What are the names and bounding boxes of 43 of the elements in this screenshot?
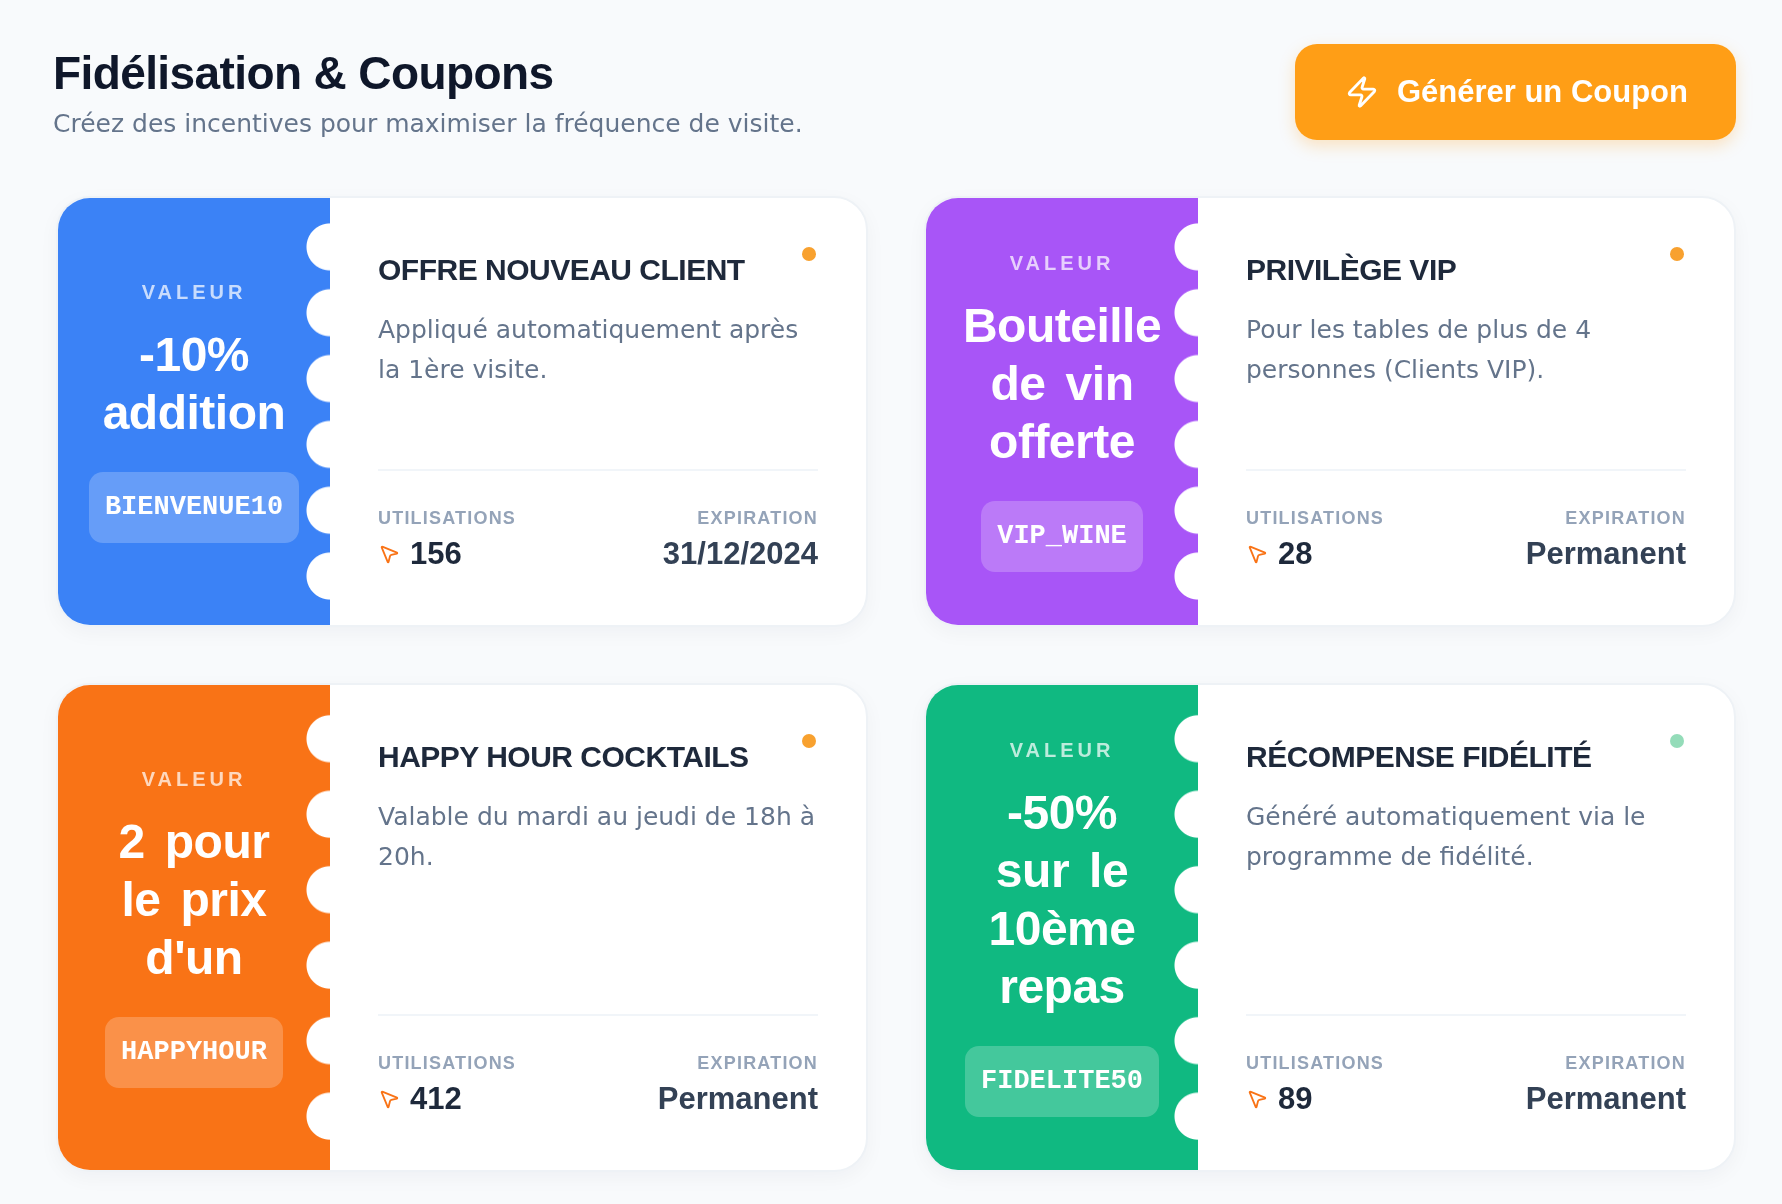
cursor-icon (1246, 543, 1268, 565)
expiration-label: EXPIRATION (1565, 507, 1686, 529)
usage-count: 412 (410, 1080, 462, 1118)
value-label: VALEUR (141, 767, 247, 791)
coupon-title: HAPPY HOUR COCKTAILS (378, 739, 750, 775)
cursor-icon (1246, 1088, 1268, 1110)
coupon-code: BIENVENUE10 (88, 472, 300, 543)
coupon-code: FIDELITE50 (965, 1046, 1159, 1117)
value-label: VALEUR (1009, 251, 1115, 275)
coupon-description: Appliqué automatiquement après la 1ère visite. (378, 314, 800, 386)
coupon-value: Bouteille de vin offerte (961, 298, 1163, 470)
usage-count: 156 (410, 535, 462, 573)
expiration-date: 31/12/2024 (662, 535, 818, 573)
coupon-title: OFFRE NOUVEAU CLIENT (378, 252, 746, 288)
coupon-description: Pour les tables de plus de 4 personnes (Clients VIP). (1246, 314, 1593, 386)
value-label: VALEUR (141, 280, 247, 304)
expiration-label: EXPIRATION (697, 507, 818, 529)
expiration-label: EXPIRATION (1565, 1052, 1686, 1074)
usage-label: UTILISATIONS (378, 1052, 517, 1074)
coupon-value: -10% addition (101, 327, 287, 441)
expiration-date: Permanent (1525, 535, 1686, 573)
expiration-date: Permanent (657, 1080, 818, 1118)
page-subtitle: Créez des incentives pour maximiser la fréquence de visite. (53, 109, 803, 139)
coupon-title: PRIVILÈGE VIP (1246, 252, 1458, 288)
page-title: Fidélisation & Coupons (53, 46, 555, 101)
usage-count: 89 (1278, 1080, 1313, 1118)
coupon-description: Valable du mardi au jeudi de 18h à 20h. (378, 801, 816, 873)
usage-label: UTILISATIONS (1246, 1052, 1385, 1074)
coupon-value: 2 pour le prix d'un (117, 814, 271, 986)
coupon-value: -50% sur le 10ème repas (987, 785, 1137, 1015)
generate-coupon-button[interactable]: Générer un Coupon (1294, 44, 1736, 140)
cursor-icon (378, 543, 400, 565)
expiration-date: Permanent (1525, 1080, 1686, 1118)
coupon-code: HAPPYHOUR (105, 1017, 283, 1088)
value-label: VALEUR (1009, 738, 1115, 762)
coupon-title: RÉCOMPENSE FIDÉLITÉ (1246, 739, 1593, 775)
coupon-code: VIP_WINE (981, 501, 1143, 572)
usage-label: UTILISATIONS (1246, 507, 1385, 529)
usage-label: UTILISATIONS (378, 507, 517, 529)
usage-count: 28 (1278, 535, 1313, 573)
cursor-icon (378, 1088, 400, 1110)
coupon-description: Généré automatiquement via le programme de fidélité. (1246, 801, 1647, 873)
expiration-label: EXPIRATION (697, 1052, 818, 1074)
